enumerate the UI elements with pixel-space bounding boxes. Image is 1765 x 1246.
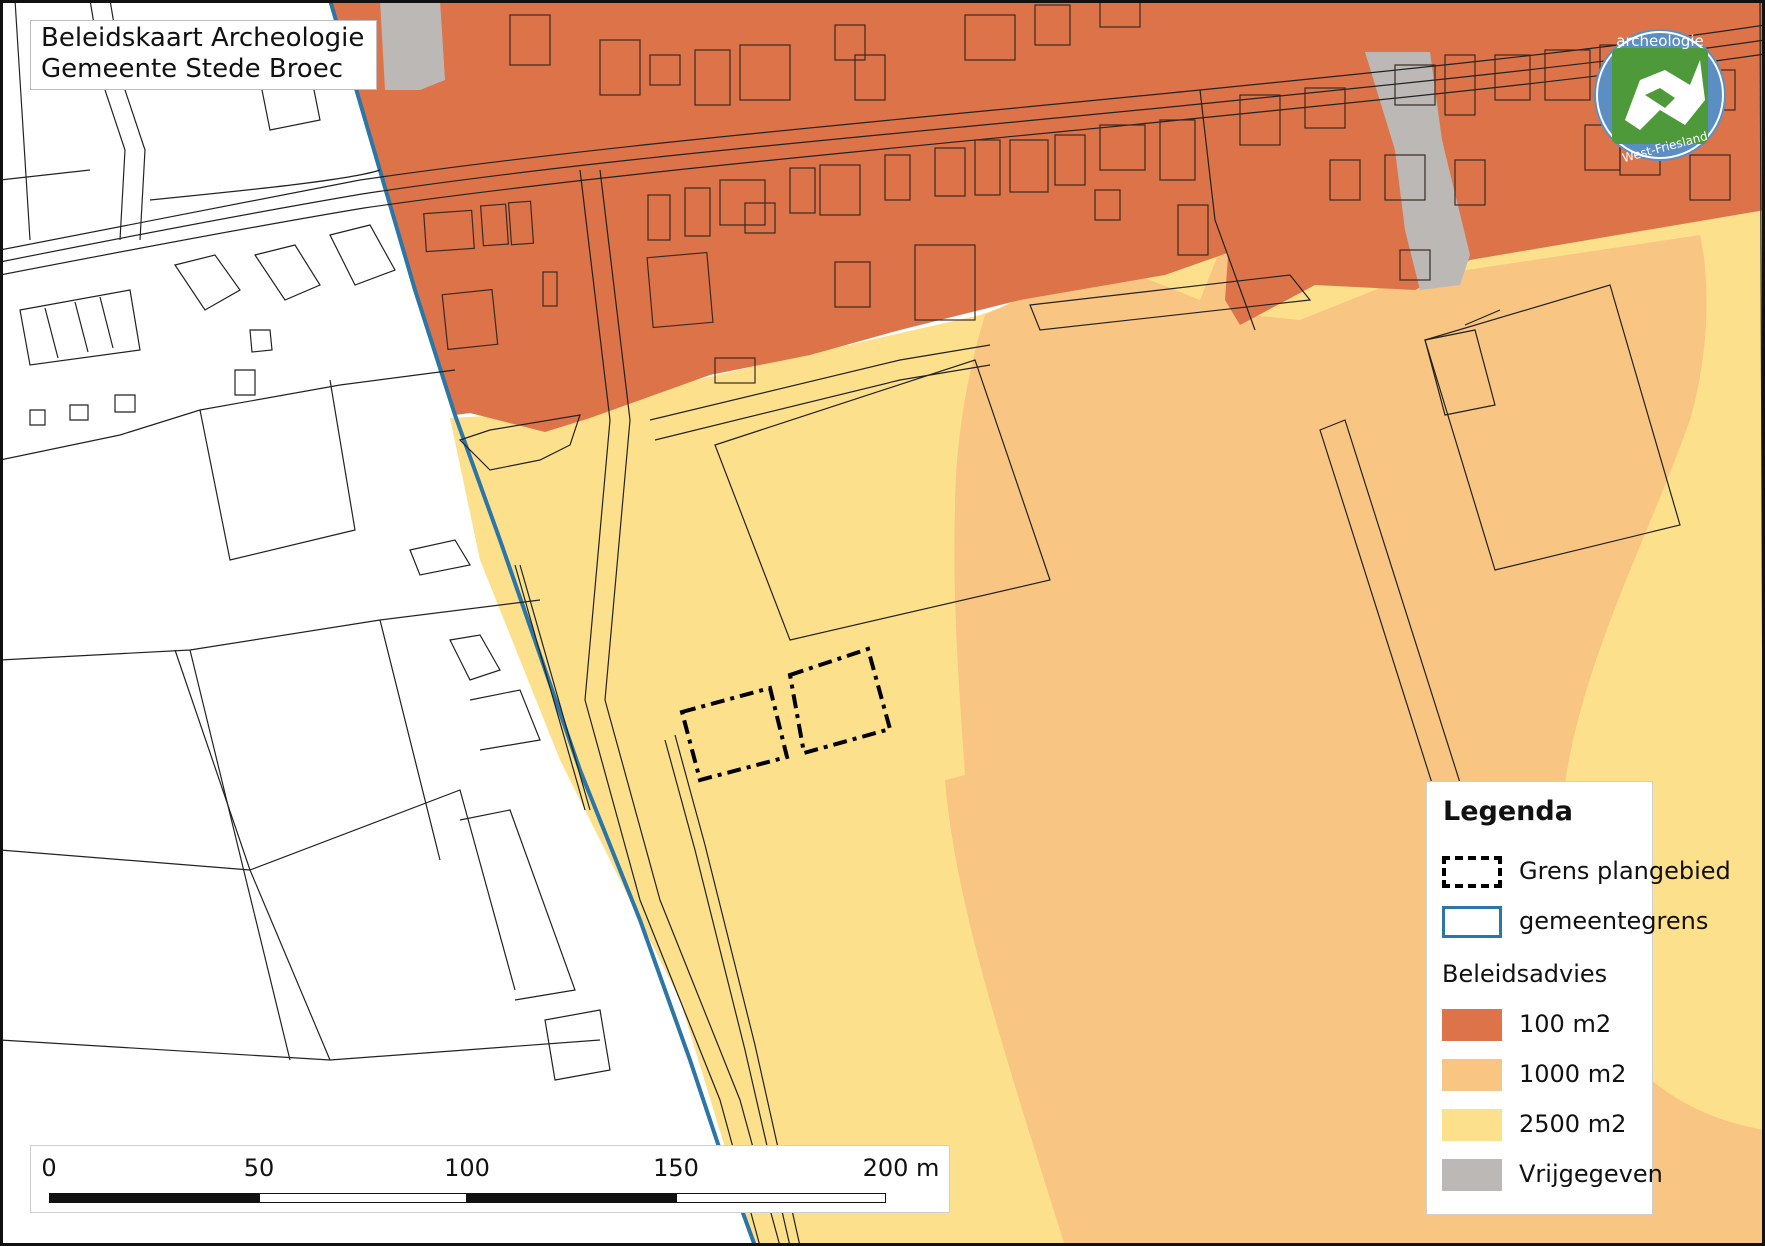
legend-item-2500-m2: 2500 m2 [1442, 1107, 1652, 1145]
legend-subtitle: Beleidsadvies [1442, 960, 1608, 988]
scale-segment-2 [259, 1193, 467, 1203]
legend-item-1000-m2: 1000 m2 [1442, 1057, 1652, 1095]
legend-item-100-m2: 100 m2 [1442, 1007, 1652, 1045]
scale-segment-4 [676, 1193, 886, 1203]
legend-label-1000-m2: 1000 m2 [1519, 1060, 1627, 1088]
scale-label-100: 100 [444, 1154, 490, 1182]
legend-swatch-dashed [1442, 856, 1502, 888]
logo-top-text: archeologie [1616, 32, 1704, 50]
scale-label-200: 200 m [862, 1154, 940, 1182]
legend-title: Legenda [1443, 796, 1573, 827]
legend-label-100-m2: 100 m2 [1519, 1010, 1612, 1038]
legend: Legenda Grens plangebied gemeentegrens B… [1426, 781, 1731, 1215]
map-title-line1: Beleidskaart Archeologie [41, 23, 365, 53]
legend-label-2500-m2: 2500 m2 [1519, 1110, 1627, 1138]
legend-swatch-100-m2 [1442, 1009, 1502, 1041]
legend-label-vrijgegeven: Vrijgegeven [1519, 1160, 1663, 1188]
legend-swatch-vrijgegeven [1442, 1159, 1502, 1191]
legend-label-gemeentegrens: gemeentegrens [1519, 907, 1709, 935]
legend-swatch-gemeentegrens [1442, 906, 1502, 938]
map-title: Beleidskaart Archeologie Gemeente Stede … [30, 20, 378, 90]
scale-segment-3 [467, 1193, 676, 1203]
legend-swatch-1000-m2 [1442, 1059, 1502, 1091]
legend-item-grens-plangebied: Grens plangebied [1442, 854, 1731, 892]
legend-swatch-2500-m2 [1442, 1109, 1502, 1141]
scale-label-150: 150 [653, 1154, 699, 1182]
legend-item-vrijgegeven: Vrijgegeven [1442, 1157, 1663, 1195]
legend-label-grens-plangebied: Grens plangebied [1519, 857, 1731, 885]
scale-label-50: 50 [243, 1154, 275, 1182]
legend-item-gemeentegrens: gemeentegrens [1442, 904, 1708, 942]
scale-segment-1 [49, 1193, 259, 1203]
map-title-line2: Gemeente Stede Broec [41, 54, 344, 84]
scale-bar: 0 50 100 150 200 m [30, 1145, 950, 1213]
scale-label-0: 0 [41, 1154, 57, 1182]
